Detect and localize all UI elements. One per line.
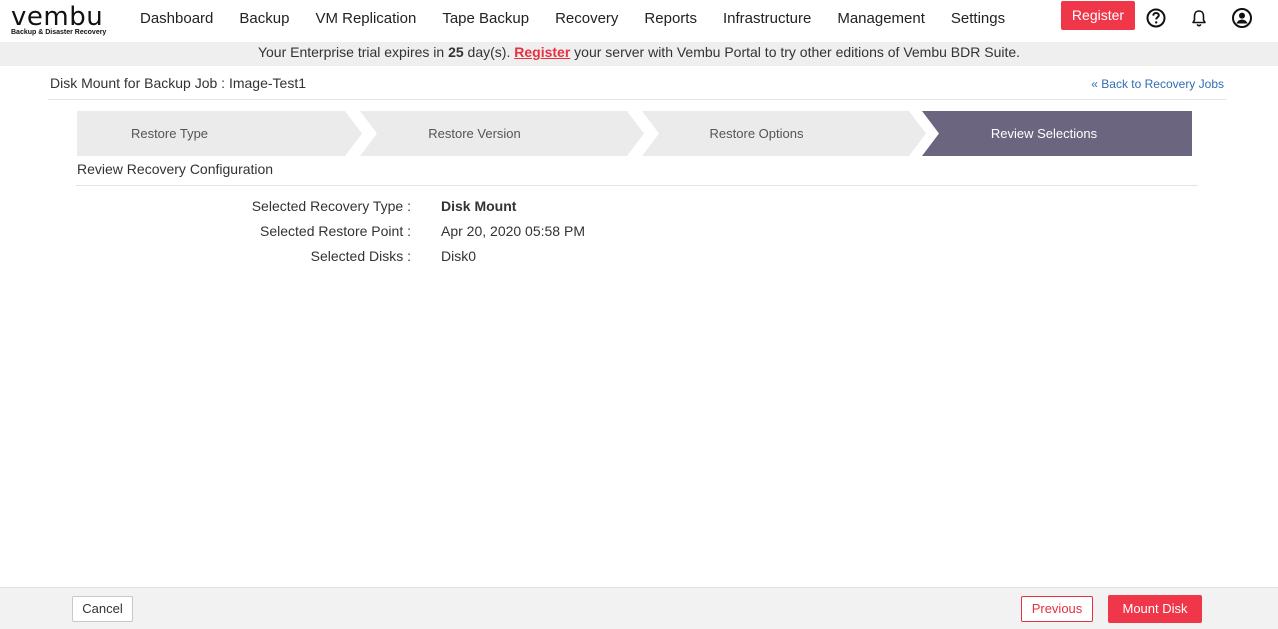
review-row-restore-point: Selected Restore Point : Apr 20, 2020 05… <box>76 222 776 247</box>
banner-register-link[interactable]: Register <box>514 44 570 60</box>
logo-tagline: Backup & Disaster Recovery <box>11 29 107 36</box>
trial-banner: Your Enterprise trial expires in 25 day(… <box>0 42 1278 66</box>
banner-days-suffix: day(s). <box>463 44 515 60</box>
register-button[interactable]: Register <box>1061 1 1135 30</box>
vembu-logo[interactable]: vembu Backup & Disaster Recovery <box>11 2 111 40</box>
step-review-selections: Review Selections <box>990 126 1098 141</box>
step-restore-type: Restore Type <box>130 126 209 141</box>
title-divider <box>48 99 1226 100</box>
nav-infrastructure[interactable]: Infrastructure <box>723 0 811 38</box>
wizard-footer: Cancel Previous Mount Disk <box>0 587 1278 629</box>
nav-backup[interactable]: Backup <box>239 0 289 38</box>
bell-icon[interactable] <box>1188 7 1210 29</box>
nav-reports[interactable]: Reports <box>644 0 697 38</box>
section-divider <box>76 185 1198 186</box>
step-restore-options: Restore Options <box>709 126 804 141</box>
nav-dashboard[interactable]: Dashboard <box>140 0 213 38</box>
review-row-disks: Selected Disks : Disk0 <box>76 247 776 272</box>
nav-settings[interactable]: Settings <box>951 0 1005 38</box>
back-to-recovery-jobs-link[interactable]: « Back to Recovery Jobs <box>1091 77 1224 91</box>
main-nav: Dashboard Backup VM Replication Tape Bac… <box>140 0 1031 38</box>
review-label: Selected Recovery Type : <box>251 198 411 214</box>
nav-vm-replication[interactable]: VM Replication <box>315 0 416 38</box>
previous-button[interactable]: Previous <box>1021 596 1093 622</box>
section-title: Review Recovery Configuration <box>77 161 274 177</box>
mount-disk-button[interactable]: Mount Disk <box>1108 595 1202 623</box>
help-icon[interactable] <box>1145 7 1167 29</box>
review-row-recovery-type: Selected Recovery Type : Disk Mount <box>76 197 776 222</box>
banner-prefix: Your Enterprise trial expires in <box>257 44 449 60</box>
banner-suffix: your server with Vembu Portal to try oth… <box>570 44 1021 60</box>
wizard-steps: Restore Type Restore Version Restore Opt… <box>77 111 1192 156</box>
review-value: Apr 20, 2020 05:58 PM <box>441 223 585 239</box>
review-value: Disk0 <box>441 248 477 264</box>
cancel-button[interactable]: Cancel <box>72 596 133 622</box>
trial-days: 25 <box>448 44 464 60</box>
user-icon[interactable] <box>1231 7 1253 29</box>
review-value: Disk Mount <box>441 198 517 214</box>
logo-wordmark: vembu <box>11 2 104 32</box>
review-table: Selected Recovery Type : Disk Mount Sele… <box>76 197 776 272</box>
nav-tape-backup[interactable]: Tape Backup <box>442 0 529 38</box>
page-title: Disk Mount for Backup Job : Image-Test1 <box>50 75 306 91</box>
step-restore-version: Restore Version <box>428 126 521 141</box>
review-label: Selected Restore Point : <box>260 223 411 239</box>
review-label: Selected Disks : <box>310 248 411 264</box>
nav-management[interactable]: Management <box>837 0 925 38</box>
nav-recovery[interactable]: Recovery <box>555 0 618 38</box>
top-navigation-bar: vembu Backup & Disaster Recovery Dashboa… <box>0 0 1278 42</box>
